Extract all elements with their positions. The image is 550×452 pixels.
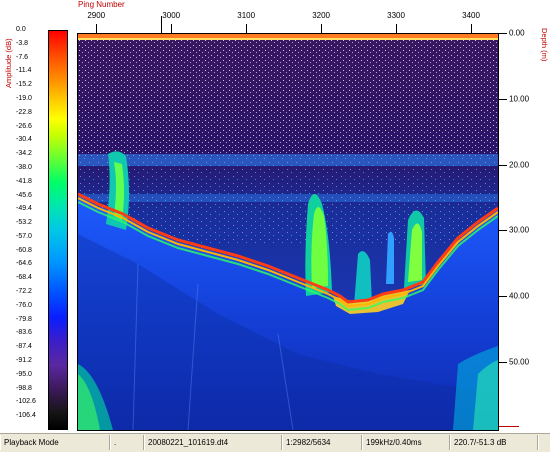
ping-tick-mark — [96, 24, 98, 33]
ping-tick-mark — [396, 24, 398, 33]
amplitude-tick-label: -68.4 — [16, 274, 32, 282]
echosounder-window: Ping Number 2900 3000 3100 3200 3300 3400 Amp… — [0, 0, 550, 452]
amplitude-tick-label: -3.8 — [16, 39, 29, 47]
amplitude-tick-label: -15.2 — [16, 81, 32, 89]
amplitude-tick-label: -98.8 — [16, 384, 32, 392]
ping-tick-mark — [171, 24, 173, 33]
echogram-plot[interactable] — [77, 33, 499, 431]
amplitude-tick-label: -87.4 — [16, 343, 32, 351]
amplitude-tick-label: -22.8 — [16, 108, 32, 116]
amplitude-tick-label: -53.2 — [16, 219, 32, 227]
status-grip[interactable] — [538, 435, 550, 450]
status-mode: Playback Mode — [0, 435, 110, 450]
depth-tick-label: 40.00 — [509, 291, 530, 301]
ping-tick-mark — [321, 24, 323, 33]
amplitude-tick-label: -38.0 — [16, 163, 32, 171]
amplitude-tick-label: -41.8 — [16, 177, 32, 185]
amplitude-tick-label: -60.8 — [16, 246, 32, 254]
amplitude-tick-label: -45.6 — [16, 191, 32, 199]
ping-tick-label: 3400 — [462, 11, 480, 20]
amplitude-tick-label: -7.6 — [16, 53, 29, 61]
status-filename: 20080221_101619.dt4 — [144, 435, 282, 450]
amplitude-tick-label: -57.0 — [16, 232, 32, 240]
amplitude-tick-label: -26.6 — [16, 122, 32, 130]
status-indicator: . — [110, 435, 144, 450]
ping-tick-label: 3300 — [387, 11, 405, 20]
depth-tick-label: 30.00 — [509, 225, 530, 235]
depth-tick-label: 20.00 — [509, 160, 530, 170]
ping-tick-label: 3100 — [237, 11, 256, 20]
ping-axis-title: Ping Number — [78, 0, 125, 9]
depth-tick-mark — [499, 361, 507, 363]
status-range: 220.7/-51.3 dB — [450, 435, 538, 450]
amplitude-tick-label: 0.0 — [16, 26, 26, 33]
depth-tick-mark — [499, 296, 507, 298]
amplitude-tick-label: -30.4 — [16, 136, 32, 144]
status-frequency: 199kHz/0.40ms — [362, 435, 450, 450]
amplitude-tick-label: -19.0 — [16, 94, 32, 102]
ping-tick-label: 3200 — [312, 11, 330, 20]
ping-tick-mark — [471, 24, 473, 33]
amplitude-tick-label: -102.6 — [16, 398, 36, 406]
status-bar: Playback Mode . 20080221_101619.dt4 1:29… — [0, 433, 550, 452]
amplitude-tick-label: -83.6 — [16, 329, 32, 337]
amplitude-colorbar — [48, 30, 68, 430]
amplitude-tick-label: -49.4 — [16, 205, 32, 213]
ping-number-axis: Ping Number 2900 3000 3100 3200 3300 3400 — [76, 0, 498, 33]
echogram-image — [78, 34, 498, 430]
amplitude-axis-title: Amplitude (dB) — [4, 38, 13, 88]
depth-tick-label: 50.00 — [509, 357, 530, 367]
depth-axis: Depth (m) 0.00 10.00 20.00 30.00 40.00 50.00 — [499, 24, 550, 431]
depth-tick-mark — [499, 33, 507, 34]
ping-tick-label: 2900 — [87, 11, 106, 20]
depth-tick-label: 10.00 — [509, 94, 530, 104]
depth-tick-label: 0.00 — [509, 28, 525, 38]
status-ping: 1:2982/5634 — [282, 435, 362, 450]
ping-tick-mark — [246, 24, 248, 33]
amplitude-tick-label: -72.2 — [16, 288, 32, 296]
amplitude-scale-labels: 0.0 -3.8 -7.6 -11.4 -15.2 -19.0 -22.8 -26.6 -30.… — [16, 26, 46, 430]
ping-tick-label: 3000 — [162, 11, 181, 20]
amplitude-tick-label: -79.8 — [16, 315, 32, 323]
amplitude-tick-label: -76.0 — [16, 301, 32, 309]
depth-tick-mark — [499, 164, 507, 166]
amplitude-tick-label: -64.6 — [16, 260, 32, 268]
amplitude-tick-label: -106.4 — [16, 412, 36, 420]
amplitude-tick-label: -11.4 — [16, 67, 32, 75]
depth-axis-end-line — [499, 426, 519, 427]
depth-tick-mark — [499, 230, 507, 232]
depth-tick-mark — [499, 98, 507, 100]
amplitude-tick-label: -91.2 — [16, 357, 32, 365]
amplitude-tick-label: -34.2 — [16, 150, 32, 158]
depth-axis-title: Depth (m) — [540, 28, 549, 62]
amplitude-tick-label: -95.0 — [16, 370, 32, 378]
